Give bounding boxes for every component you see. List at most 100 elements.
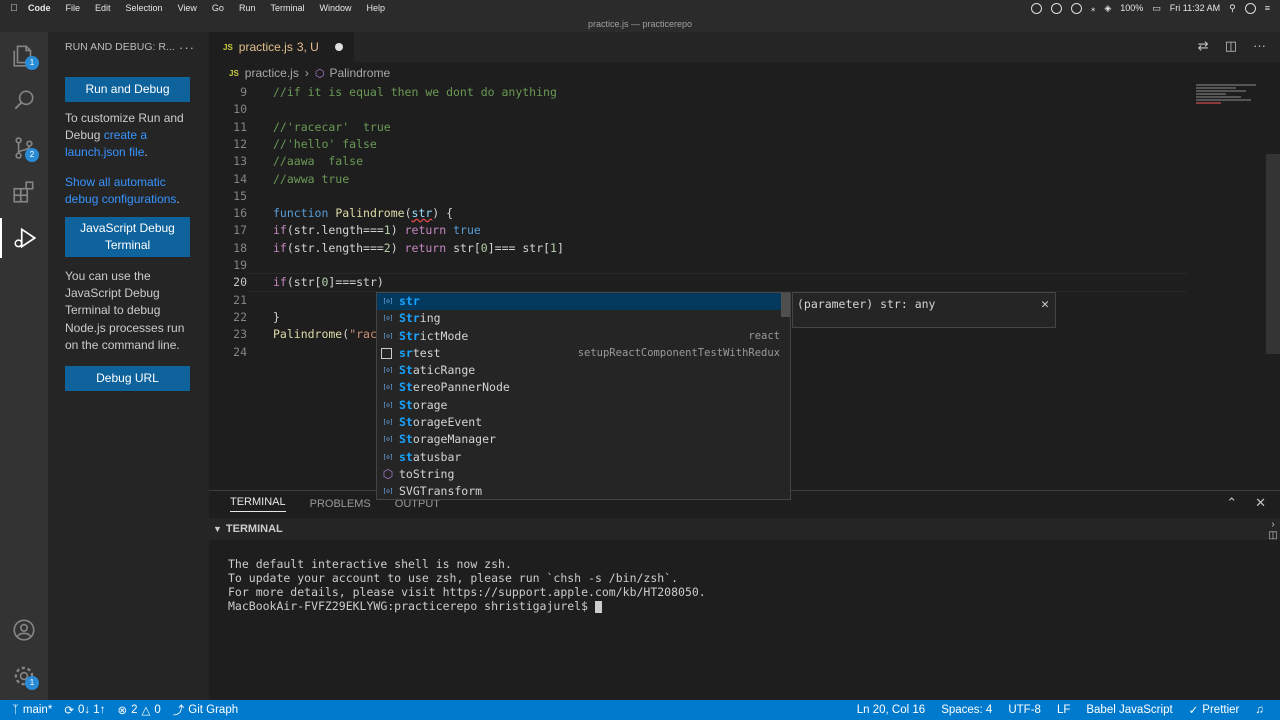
code-line-20: if(str[0]===str) — [273, 274, 384, 291]
more-actions-icon[interactable]: ··· — [1253, 38, 1266, 54]
git-graph-label: Git Graph — [188, 704, 239, 716]
sidebar-header: RUN AND DEBUG: R... ··· — [48, 32, 209, 62]
encoding[interactable]: UTF-8 — [1008, 704, 1041, 716]
split-terminal-icon[interactable]: ◫ — [1266, 530, 1280, 541]
record-icon[interactable] — [1030, 2, 1042, 14]
end-of-line[interactable]: LF — [1057, 704, 1070, 716]
suggestion-item[interactable]: ⬡ toString — [377, 466, 790, 483]
chevron-right-icon[interactable]: › — [1266, 519, 1280, 530]
indentation[interactable]: Spaces: 4 — [941, 704, 992, 716]
number: 2 — [383, 240, 391, 255]
menu-help[interactable]: Help — [366, 3, 385, 13]
number: 1 — [383, 223, 391, 238]
maximize-panel-icon[interactable]: ⌃ — [1226, 495, 1237, 511]
branch-status[interactable]: ᛉ main* — [12, 704, 52, 716]
comment: //'hello' false — [273, 136, 377, 151]
problems-status[interactable]: ⊗ 2 △ 0 — [117, 703, 160, 717]
close-panel-icon[interactable]: ✕ — [1255, 495, 1266, 511]
tab-terminal[interactable]: TERMINAL — [230, 496, 286, 512]
suggestion-item[interactable]: [⊙] StorageManager — [377, 431, 790, 448]
suggestion-scrollbar[interactable] — [781, 293, 790, 317]
code-line-14: //awwa true — [273, 171, 349, 188]
suggestion-item[interactable]: [⊙] SVGTransform — [377, 483, 790, 500]
suggestion-item[interactable]: [⊙] StorageEvent — [377, 414, 790, 431]
menu-file[interactable]: File — [66, 3, 81, 13]
manage-button[interactable]: 1 — [0, 656, 48, 696]
git-graph-status[interactable]: ⤴ Git Graph — [173, 702, 238, 718]
javascript-debug-terminal-button[interactable]: JavaScript Debug Terminal — [65, 217, 190, 258]
wifi-icon[interactable]: ◈ — [1104, 3, 1111, 14]
minimap[interactable] — [1196, 84, 1266, 124]
run-and-debug-button[interactable]: Run and Debug — [65, 77, 190, 102]
accounts-button[interactable] — [0, 610, 48, 650]
autocomplete-suggestions[interactable]: [⊙] str [⊙] String [⊙] StrictMode react srtest s… — [376, 292, 791, 500]
more-actions-icon[interactable]: ··· — [179, 40, 195, 55]
debug-url-button[interactable]: Debug URL — [65, 366, 190, 392]
sync-icon: ⟳ — [64, 705, 74, 717]
bluetooth-icon[interactable]: ⁎ — [1091, 3, 1096, 14]
sync-icon[interactable] — [1050, 2, 1062, 14]
open-changes-icon[interactable]: ⇄ — [1198, 38, 1209, 54]
tab-practice-js[interactable]: JS practice.js 3, U — [209, 32, 354, 62]
search-button[interactable] — [0, 80, 48, 120]
menu-terminal[interactable]: Terminal — [270, 3, 304, 13]
suggestion-item[interactable]: [⊙] Storage — [377, 397, 790, 414]
line-number: 17 — [233, 223, 247, 238]
close-icon[interactable]: ✕ — [1041, 297, 1049, 312]
language-mode[interactable]: Babel JavaScript — [1086, 704, 1172, 716]
suggestion-label: toString — [399, 466, 790, 483]
menu-app-name[interactable]: Code — [28, 3, 51, 13]
suggestion-rest: aticRange — [412, 363, 476, 378]
editor-scrollbar[interactable] — [1266, 154, 1280, 354]
keyword: return — [404, 223, 447, 238]
show-automatic-configs-link[interactable]: Show all automatic debug configurations — [65, 175, 176, 206]
tab-problems[interactable]: PROBLEMS — [310, 498, 371, 510]
suggestion-list: [⊙] str [⊙] String [⊙] StrictMode react srtest s… — [377, 293, 790, 501]
line-number: 14 — [233, 171, 247, 186]
suggestion-label: StorageManager — [399, 431, 790, 448]
battery-percent[interactable]: 100% — [1120, 3, 1143, 13]
terminal-section-header[interactable]: ▼ TERMINAL — [209, 518, 1280, 540]
paren: ) — [390, 223, 398, 238]
menu-run[interactable]: Run — [239, 3, 256, 13]
battery-icon[interactable]: ▭ — [1152, 3, 1161, 14]
run-debug-button[interactable] — [0, 218, 48, 258]
breadcrumb-symbol[interactable]: Palindrome — [329, 66, 390, 80]
menu-view[interactable]: View — [178, 3, 197, 13]
notification-icon[interactable]: ≡ — [1265, 3, 1270, 13]
terminal-output[interactable]: The default interactive shell is now zsh… — [228, 557, 706, 613]
sync-status[interactable]: ⟳ 0↓ 1↑ — [64, 703, 105, 717]
suggestion-item[interactable]: [⊙] StereoPannerNode — [377, 379, 790, 396]
suggestion-item[interactable]: [⊙] StaticRange — [377, 362, 790, 379]
suggestion-match: St — [399, 397, 413, 412]
suggestion-details: (parameter) str: any ✕ — [792, 292, 1056, 328]
menu-selection[interactable]: Selection — [126, 3, 163, 13]
explorer-button[interactable]: 1 — [0, 36, 48, 76]
control-center-icon[interactable] — [1244, 2, 1256, 14]
cursor-position[interactable]: Ln 20, Col 16 — [857, 704, 925, 716]
source-control-button[interactable]: 2 — [0, 128, 48, 168]
split-editor-icon[interactable]: ◫ — [1225, 38, 1237, 54]
line-number: 20 — [233, 275, 247, 290]
suggestion-item[interactable]: srtest setupReactComponentTestWithRedux — [377, 345, 790, 362]
suggestion-item[interactable]: [⊙] statusbar — [377, 449, 790, 466]
apple-icon[interactable]:  — [0, 3, 28, 14]
line-number: 18 — [233, 240, 247, 255]
suggestion-item[interactable]: [⊙] StrictMode react — [377, 328, 790, 345]
extensions-button[interactable] — [0, 172, 48, 212]
comment: //if it is equal then we dont do anythin… — [273, 85, 557, 99]
spotlight-icon[interactable]: ⚲ — [1229, 3, 1236, 14]
notifications-bell-icon[interactable]: ♫ — [1255, 704, 1264, 716]
prettier-status[interactable]: ✓ Prettier — [1189, 703, 1240, 717]
suggestion-item[interactable]: [⊙] String — [377, 310, 790, 327]
unsaved-dot-icon[interactable] — [334, 43, 343, 51]
expr: ]=== str[ — [487, 240, 551, 255]
menu-edit[interactable]: Edit — [95, 3, 111, 13]
breadcrumb-file[interactable]: practice.js — [245, 66, 299, 80]
suggestion-item[interactable]: [⊙] str — [377, 293, 790, 311]
status-icon[interactable] — [1070, 2, 1082, 14]
menu-window[interactable]: Window — [319, 3, 351, 13]
git-graph-icon: ⤴ — [172, 705, 185, 717]
menu-go[interactable]: Go — [212, 3, 224, 13]
clock[interactable]: Fri 11:32 AM — [1170, 3, 1220, 13]
